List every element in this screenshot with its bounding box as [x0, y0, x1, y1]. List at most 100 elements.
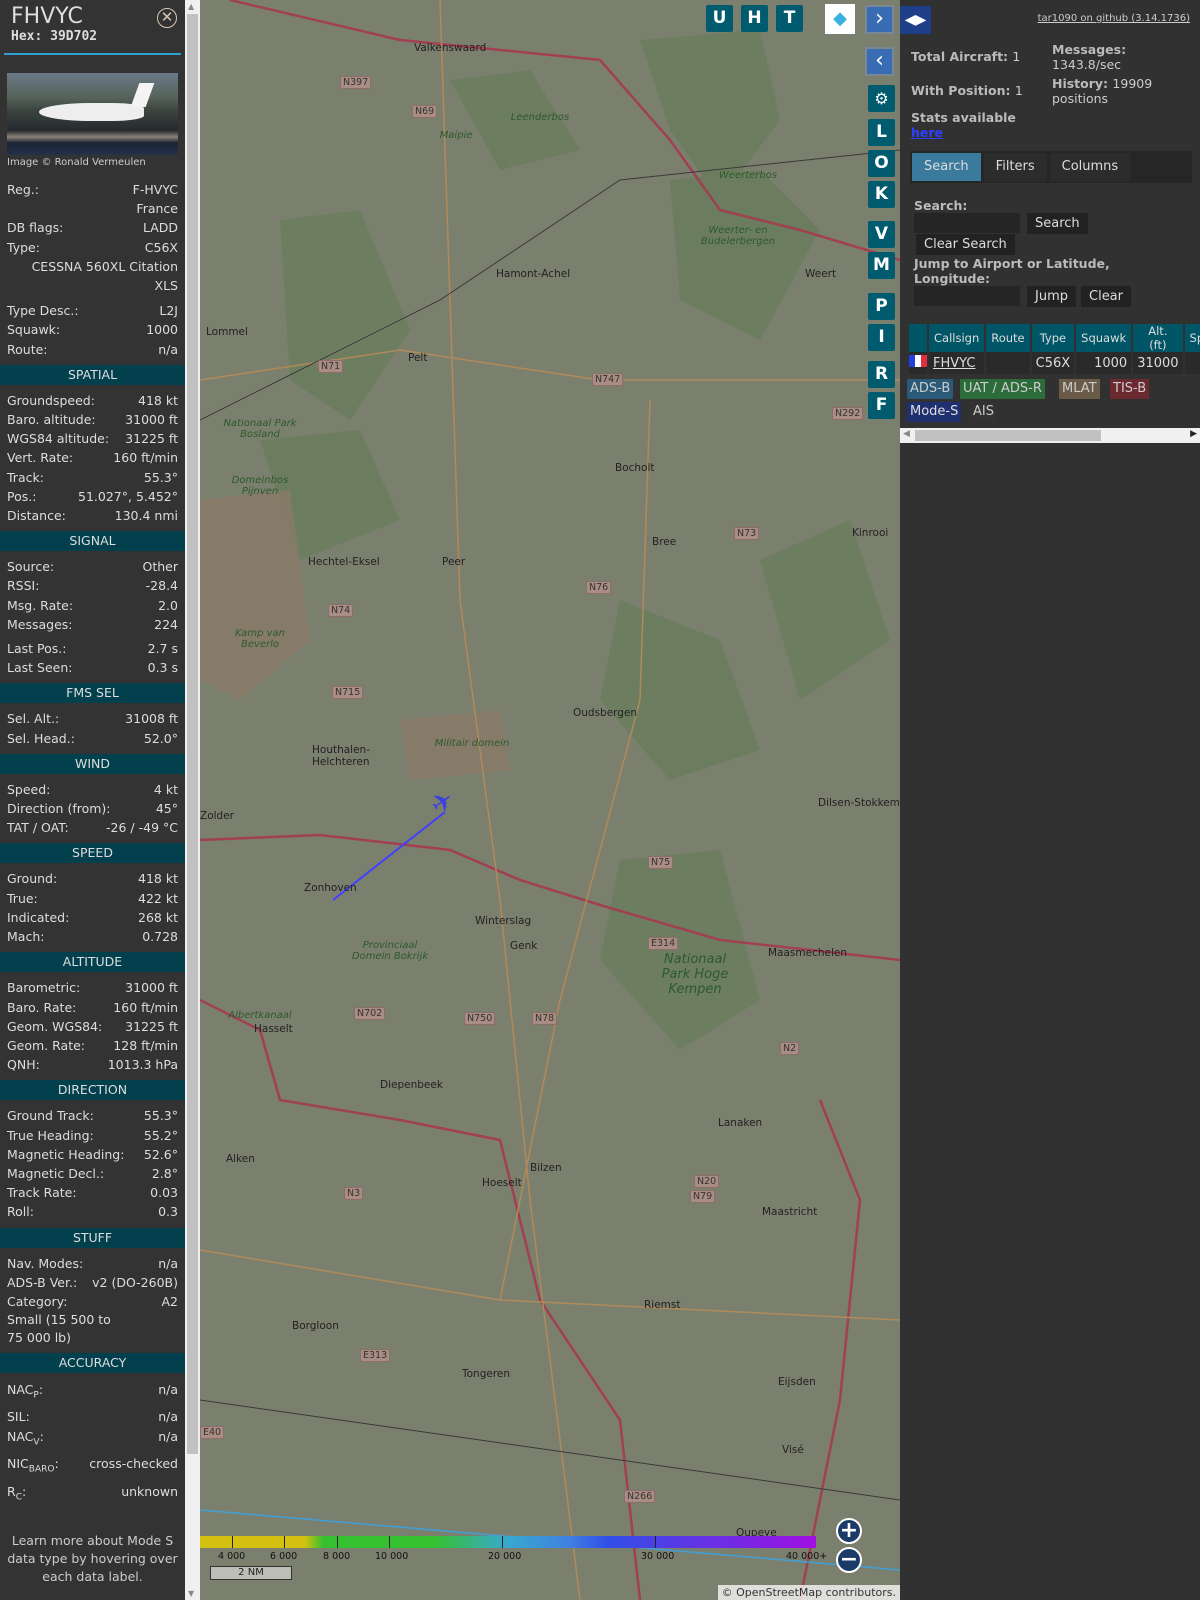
toggle-v-button[interactable]: V: [868, 221, 895, 248]
close-icon[interactable]: ✕: [157, 8, 177, 28]
sidebar-scrollbar[interactable]: ▲ ▼: [185, 0, 200, 1600]
db-flags-link[interactable]: LADD: [143, 218, 178, 237]
tab-columns[interactable]: Columns: [1049, 153, 1131, 181]
detail-value: 268 kt: [138, 909, 178, 925]
place-label: Houthalen-Helchteren: [312, 744, 371, 768]
clear-jump-button[interactable]: Clear: [1081, 286, 1131, 307]
table-row[interactable]: FHVYC C56X 1000 31000: [909, 352, 1200, 374]
road-shield: E314: [648, 937, 679, 950]
expand-right-icon[interactable]: ›: [865, 5, 894, 34]
place-label: Alken: [226, 1153, 255, 1165]
detail-value: 55.3°: [143, 469, 178, 485]
search-input[interactable]: [914, 213, 1020, 233]
col-squawk[interactable]: Squawk: [1076, 324, 1132, 352]
toggle-r-button[interactable]: R: [868, 361, 895, 388]
tab-search[interactable]: Search: [912, 153, 981, 181]
clear-search-button[interactable]: Clear Search: [916, 234, 1015, 255]
map-attribution: © OpenStreetMap contributors.: [717, 1585, 900, 1600]
col-callsign[interactable]: Callsign: [929, 324, 985, 352]
detail-row: Barometric: 31000 ft: [7, 978, 178, 997]
help-note: Learn more about Mode S data type by hov…: [7, 1533, 178, 1585]
detail-row: Mach: 0.728: [7, 927, 178, 946]
toggle-h-button[interactable]: H: [741, 5, 768, 32]
detail-label: WGS84 altitude:: [7, 431, 110, 447]
jump-button[interactable]: Jump: [1027, 286, 1076, 307]
detail-row: QNH: 1013.3 hPa: [7, 1055, 178, 1074]
col-route[interactable]: Route: [986, 324, 1030, 352]
zoom-in-button[interactable]: +: [836, 1518, 862, 1544]
registration-link[interactable]: F-HVYC: [133, 180, 178, 199]
legend-tick-label: 30 000: [641, 1551, 675, 1562]
detail-value: 160 ft/min: [113, 999, 178, 1015]
value: n/a: [158, 1408, 178, 1424]
col-speed[interactable]: Spd.: [1184, 324, 1200, 352]
section-rows: Sel. Alt.: 31008 ft Sel. Head.: 52.0°: [0, 703, 185, 747]
toggle-o-button[interactable]: O: [868, 150, 895, 177]
toggle-i-button[interactable]: I: [868, 324, 895, 351]
scale-bar: 2 NM: [210, 1566, 292, 1580]
tab-filters[interactable]: Filters: [983, 153, 1047, 181]
detail-value: -26 / -49 °C: [106, 820, 178, 836]
detail-value: 55.3°: [143, 1108, 178, 1124]
detail-row: Sel. Head.: 52.0°: [7, 729, 178, 748]
legend-tick: [655, 1536, 656, 1548]
photo-credit: Image © Ronald Vermeulen: [7, 157, 146, 168]
search-label: Search:: [914, 198, 968, 213]
search-button[interactable]: Search: [1027, 213, 1088, 234]
aircraft-photo[interactable]: [7, 73, 178, 155]
col-flag[interactable]: [909, 324, 927, 352]
squawk-cell: 1000: [1076, 352, 1132, 374]
toggle-l-button[interactable]: L: [868, 119, 895, 146]
section-rows: Ground: 418 kt True: 422 kt Indicated: 268 kt…: [0, 863, 185, 946]
place-label: Lanaken: [718, 1117, 763, 1129]
toggle-panel-icon[interactable]: ◀▶: [900, 6, 931, 34]
place-label: Bilzen: [530, 1162, 562, 1174]
value: cross-checked: [89, 1456, 178, 1472]
value: L2J: [159, 303, 178, 319]
stats-link[interactable]: here: [911, 125, 943, 140]
toggle-p-button[interactable]: P: [868, 293, 895, 320]
toggle-t-button[interactable]: T: [776, 5, 803, 32]
table-horizontal-scrollbar[interactable]: ◀ ▶: [900, 428, 1200, 443]
callsign-link[interactable]: FHVYC: [933, 356, 975, 371]
toggle-m-button[interactable]: M: [868, 252, 895, 279]
detail-value: 2.0: [158, 597, 178, 613]
detail-label: Last Seen:: [7, 660, 73, 676]
map-view[interactable]: Valkenswaard Hamont-Achel Weert Lommel Pelt B…: [200, 0, 900, 1600]
detail-value: 2.8°: [151, 1165, 178, 1181]
label: Reg.:: [7, 182, 39, 197]
detail-value: 160 ft/min: [113, 450, 178, 466]
col-type[interactable]: Type: [1031, 324, 1075, 352]
col-altitude[interactable]: Alt. (ft): [1133, 324, 1183, 352]
detail-row: Last Seen: 0.3 s: [7, 658, 178, 677]
layers-icon[interactable]: ◆: [825, 4, 855, 34]
collapse-left-icon[interactable]: ‹: [865, 47, 894, 76]
detail-label: Magnetic Decl.:: [7, 1165, 105, 1181]
info-rows: Reg.: F-HVYC France DB flags: LADD Type: C5…: [0, 168, 185, 359]
section-header-direction: DIRECTION: [0, 1080, 185, 1101]
github-link[interactable]: tar1090 on github (3.14.1736): [1038, 13, 1190, 24]
speed-cell: [1184, 352, 1200, 374]
detail-row: Sel. Alt.: 31008 ft: [7, 709, 178, 728]
detail-value: 31000 ft: [125, 980, 178, 996]
road-shield: N397: [340, 76, 372, 89]
nacp-label: NACP:: [7, 1382, 44, 1401]
zoom-out-button[interactable]: −: [836, 1547, 862, 1573]
jump-input[interactable]: [914, 286, 1020, 306]
settings-gear-icon[interactable]: ⚙: [868, 85, 895, 112]
detail-label: Pos.:: [7, 488, 37, 504]
toggle-k-button[interactable]: K: [868, 181, 895, 208]
toggle-u-button[interactable]: U: [706, 5, 733, 32]
osm-link[interactable]: OpenStreetMap: [736, 1586, 822, 1599]
detail-label: Baro. Rate:: [7, 999, 77, 1015]
detail-label: Messages:: [7, 616, 73, 632]
detail-label: Msg. Rate:: [7, 597, 74, 613]
aircraft-list-panel: ◀▶ tar1090 on github (3.14.1736) Total A…: [900, 0, 1200, 1600]
toggle-f-button[interactable]: F: [868, 392, 895, 419]
detail-value: 0.728: [142, 929, 178, 945]
place-label: Lommel: [206, 326, 248, 338]
nature-label: Kamp van Beverlo: [235, 628, 285, 650]
nic-label: NICBARO:: [7, 1456, 59, 1475]
type-full-name: CESSNA 560XL Citation XLS: [31, 258, 178, 294]
nature-label: Maipie: [439, 130, 473, 141]
